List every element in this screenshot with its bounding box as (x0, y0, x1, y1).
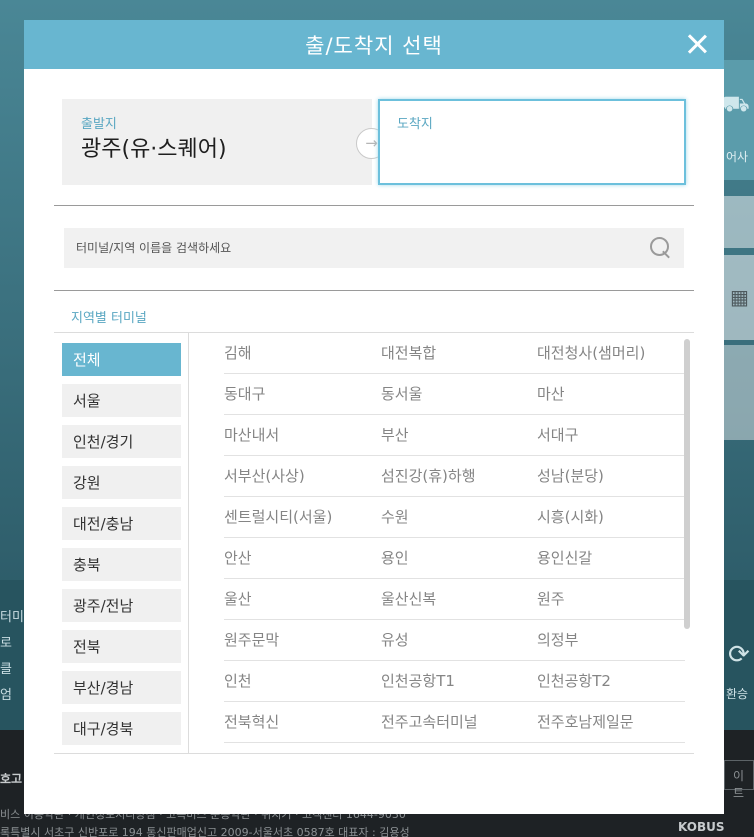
region-item-seoul[interactable]: 서울 (62, 384, 181, 417)
background-text-line: 클 (0, 662, 12, 677)
refresh-icon: ⟳ (728, 640, 750, 670)
region-item-daejeon-chungnam[interactable]: 대전/충남 (62, 507, 181, 540)
terminal-item[interactable]: 원주 (537, 588, 565, 609)
background-card-label: 어사 (726, 150, 749, 164)
region-item-gwangju-jeonnam[interactable]: 광주/전남 (62, 589, 181, 622)
terminal-grid: 김해 대전복합 대전청사(샘머리) 동대구 동서울 마산 마산내서 부산 서대구… (190, 333, 694, 753)
region-item-all[interactable]: 전체 (62, 343, 181, 376)
region-list: 전체 서울 인천/경기 강원 대전/충남 충북 광주/전남 전북 부산/경남 대… (54, 333, 189, 753)
background-text-line: 로 (0, 636, 12, 651)
scrollbar[interactable] (684, 339, 690, 747)
region-item-chungbuk[interactable]: 충북 (62, 548, 181, 581)
background-text-line: 터미 (0, 610, 24, 625)
terminal-item[interactable]: 인천공항T1 (381, 670, 455, 691)
terminal-item[interactable]: 동대구 (224, 383, 265, 404)
search-bar (64, 228, 684, 268)
terminal-item[interactable]: 울산 (224, 588, 252, 609)
destination-label: 도착지 (397, 117, 433, 132)
table-row: 마산내서 부산 서대구 (224, 415, 685, 456)
background-left-text: 터미 로 클 엄 (0, 605, 24, 709)
table-row: 전북혁신 전주고속터미널 전주호남제일문 (224, 702, 685, 743)
background-text-line: 엄 (0, 688, 12, 703)
terminal-item[interactable]: 김해 (224, 342, 252, 363)
table-row: 원주문막 유성 의정부 (224, 620, 685, 661)
terminal-item[interactable]: 울산신복 (381, 588, 436, 609)
footer-logo: KOBUS (678, 820, 725, 834)
terminal-item[interactable]: 안산 (224, 547, 252, 568)
footer-site-select: 이트 (724, 760, 754, 800)
table-row: 안산 용인 용인신갈 (224, 538, 685, 579)
table-row: 센트럴시티(서울) 수원 시흥(시화) (224, 497, 685, 538)
background-panel (724, 345, 754, 440)
table-row: 인천 인천공항T1 인천공항T2 (224, 661, 685, 702)
search-icon[interactable] (650, 237, 672, 259)
terminal-item[interactable]: 전주호남제일문 (537, 711, 634, 732)
modal-title: 출/도착지 선택 (305, 34, 443, 58)
destination-field[interactable]: 도착지 (378, 99, 686, 185)
terminal-item[interactable]: 의정부 (537, 629, 578, 650)
terminal-item[interactable]: 수원 (381, 506, 409, 527)
divider (54, 205, 694, 206)
terminal-item[interactable]: 성남(분당) (537, 465, 604, 486)
terminal-item[interactable]: 용인신갈 (537, 547, 592, 568)
terminal-item[interactable]: 시흥(시화) (537, 506, 604, 527)
terminal-item[interactable]: 유성 (381, 629, 409, 650)
origin-value: 광주(유·스퀘어) (81, 137, 227, 162)
terminal-item[interactable]: 마산내서 (224, 424, 279, 445)
terminal-item[interactable]: 인천 (224, 670, 252, 691)
origin-label: 출발지 (81, 117, 117, 132)
terminal-item[interactable]: 전북혁신 (224, 711, 279, 732)
terminal-item[interactable]: 용인 (381, 547, 409, 568)
region-item-gangwon[interactable]: 강원 (62, 466, 181, 499)
terminal-item[interactable]: 인천공항T2 (537, 670, 611, 691)
terminal-item[interactable]: 부산 (381, 424, 409, 445)
region-item-incheon-gyeonggi[interactable]: 인천/경기 (62, 425, 181, 458)
region-item-daegu-gyeongbuk[interactable]: 대구/경북 (62, 712, 181, 745)
terminal-item[interactable]: 서부산(사상) (224, 465, 305, 486)
terminal-item[interactable]: 동서울 (381, 383, 422, 404)
terminal-item[interactable]: 원주문막 (224, 629, 279, 650)
terminal-item[interactable]: 대전청사(샘머리) (537, 342, 645, 363)
footer-title: 호고 (0, 772, 23, 786)
table-row: 서부산(사상) 섬진강(휴)하행 성남(분당) (224, 456, 685, 497)
terminal-item[interactable]: 대전복합 (381, 342, 436, 363)
terminal-item[interactable]: 센트럴시티(서울) (224, 506, 332, 527)
origin-field[interactable]: 출발지 광주(유·스퀘어) (62, 99, 372, 185)
terminal-item[interactable]: 전주고속터미널 (381, 711, 478, 732)
section-title: 지역별 터미널 (71, 311, 147, 326)
footer-address: 록특별시 서초구 신반포로 194 통신판매업신고 2009-서울서초 0587… (0, 826, 410, 837)
terminal-select-modal: 출/도착지 선택 출발지 광주(유·스퀘어) → 도착지 지역별 터미널 전체 … (24, 20, 724, 814)
bus-icon: ⛟ (722, 92, 750, 117)
background-panel (724, 196, 754, 248)
close-icon[interactable] (684, 31, 710, 57)
region-item-jeonbuk[interactable]: 전북 (62, 630, 181, 663)
terminal-item[interactable]: 섬진강(휴)하행 (381, 465, 476, 486)
divider (54, 290, 694, 291)
table-row: 울산 울산신복 원주 (224, 579, 685, 620)
background-transfer-label: 환승 (726, 687, 749, 701)
terminal-list-frame: 전체 서울 인천/경기 강원 대전/충남 충북 광주/전남 전북 부산/경남 대… (54, 332, 694, 754)
terminal-item[interactable]: 서대구 (537, 424, 578, 445)
calendar-icon: ▦ (730, 285, 749, 309)
table-row: 김해 대전복합 대전청사(샘머리) (224, 333, 685, 374)
region-item-busan-gyeongnam[interactable]: 부산/경남 (62, 671, 181, 704)
terminal-item[interactable]: 마산 (537, 383, 565, 404)
search-input[interactable] (64, 228, 644, 268)
modal-header: 출/도착지 선택 (24, 20, 724, 69)
scrollbar-thumb[interactable] (684, 339, 690, 629)
table-row: 동대구 동서울 마산 (224, 374, 685, 415)
origin-destination-row: 출발지 광주(유·스퀘어) → 도착지 (62, 99, 686, 186)
